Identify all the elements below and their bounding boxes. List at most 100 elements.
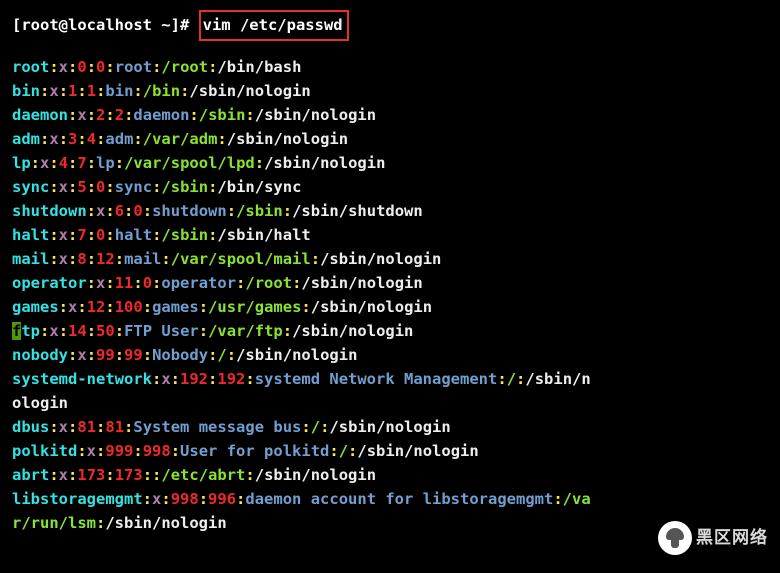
- text-segment: :: [152, 370, 161, 388]
- text-segment: x: [77, 106, 86, 124]
- text-segment: root: [115, 58, 152, 76]
- text-segment: /sbin: [236, 202, 283, 220]
- file-line[interactable]: root:x:0:0:root:/root:/bin/bash: [12, 55, 768, 79]
- text-segment: :: [161, 250, 170, 268]
- text-segment: :: [87, 250, 96, 268]
- text-segment: abrt: [12, 466, 49, 484]
- text-segment: :: [115, 346, 124, 364]
- text-segment: 3: [68, 130, 77, 148]
- text-segment: :: [199, 322, 208, 340]
- text-segment: :: [301, 418, 310, 436]
- text-segment: :: [59, 298, 68, 316]
- file-line[interactable]: sync:x:5:0:sync:/sbin:/bin/sync: [12, 175, 768, 199]
- text-segment: :: [329, 442, 338, 460]
- text-segment: :: [133, 274, 142, 292]
- text-segment: :: [77, 298, 86, 316]
- text-segment: 0: [96, 226, 105, 244]
- text-segment: 1: [87, 82, 96, 100]
- text-segment: :: [49, 178, 58, 196]
- file-line[interactable]: ologin: [12, 391, 768, 415]
- text-segment: :: [292, 274, 301, 292]
- file-content[interactable]: root:x:0:0:root:/root:/bin/bashbin:x:1:1…: [12, 55, 768, 535]
- text-segment: 50: [96, 322, 115, 340]
- text-segment: x: [59, 226, 68, 244]
- text-segment: :: [40, 322, 49, 340]
- file-line[interactable]: polkitd:x:999:998:User for polkitd:/:/sb…: [12, 439, 768, 463]
- file-line[interactable]: operator:x:11:0:operator:/root:/sbin/nol…: [12, 271, 768, 295]
- file-line[interactable]: games:x:12:100:games:/usr/games:/sbin/no…: [12, 295, 768, 319]
- file-line[interactable]: daemon:x:2:2:daemon:/sbin:/sbin/nologin: [12, 103, 768, 127]
- text-segment: :: [143, 298, 152, 316]
- file-line[interactable]: halt:x:7:0:halt:/sbin:/sbin/halt: [12, 223, 768, 247]
- text-segment: 8: [77, 250, 86, 268]
- file-line[interactable]: dbus:x:81:81:System message bus:/:/sbin/…: [12, 415, 768, 439]
- text-segment: /sbin/nologin: [227, 130, 348, 148]
- text-segment: :: [320, 418, 329, 436]
- text-segment: :: [87, 202, 96, 220]
- text-segment: shutdown: [152, 202, 227, 220]
- text-segment: x: [77, 346, 86, 364]
- text-segment: /sbin/nologin: [255, 466, 376, 484]
- text-segment: :: [152, 274, 161, 292]
- text-segment: /sbin/n: [525, 370, 590, 388]
- text-segment: /bin: [143, 82, 180, 100]
- text-segment: :: [68, 106, 77, 124]
- text-segment: mail: [12, 250, 49, 268]
- text-segment: :: [49, 58, 58, 76]
- text-segment: /sbin/nologin: [236, 346, 357, 364]
- text-segment: /var/spool/lpd: [124, 154, 255, 172]
- text-segment: /var/spool/mail: [171, 250, 311, 268]
- text-segment: sync: [12, 178, 49, 196]
- file-line[interactable]: adm:x:3:4:adm:/var/adm:/sbin/nologin: [12, 127, 768, 151]
- text-segment: x: [40, 154, 49, 172]
- text-segment: Nobody: [152, 346, 208, 364]
- text-segment: adm: [12, 130, 40, 148]
- text-segment: :: [105, 298, 114, 316]
- file-line[interactable]: shutdown:x:6:0:shutdown:/sbin:/sbin/shut…: [12, 199, 768, 223]
- text-segment: /sbin/nologin: [311, 298, 432, 316]
- file-line[interactable]: ftp:x:14:50:FTP User:/var/ftp:/sbin/nolo…: [12, 319, 768, 343]
- text-segment: ologin: [12, 394, 68, 412]
- text-segment: :: [59, 130, 68, 148]
- text-segment: mail: [124, 250, 161, 268]
- file-line[interactable]: lp:x:4:7:lp:/var/spool/lpd:/sbin/nologin: [12, 151, 768, 175]
- text-segment: systemd Network Management: [255, 370, 498, 388]
- text-segment: :: [208, 346, 217, 364]
- file-line[interactable]: libstoragemgmt:x:998:996:daemon account …: [12, 487, 768, 511]
- text-segment: System message bus: [133, 418, 301, 436]
- file-line[interactable]: abrt:x:173:173::/etc/abrt:/sbin/nologin: [12, 463, 768, 487]
- text-segment: dbus: [12, 418, 49, 436]
- text-segment: :: [68, 226, 77, 244]
- text-segment: /sbin: [199, 106, 246, 124]
- text-segment: :: [227, 202, 236, 220]
- text-segment: :: [96, 130, 105, 148]
- text-segment: :: [152, 178, 161, 196]
- text-segment: 0: [96, 178, 105, 196]
- text-segment: :: [68, 346, 77, 364]
- text-segment: x: [68, 298, 77, 316]
- text-segment: /etc/abrt: [161, 466, 245, 484]
- file-line[interactable]: systemd-network:x:192:192:systemd Networ…: [12, 367, 768, 391]
- text-segment: :: [87, 106, 96, 124]
- text-segment: :: [87, 154, 96, 172]
- file-line[interactable]: r/run/lsm:/sbin/nologin: [12, 511, 768, 535]
- file-line[interactable]: bin:x:1:1:bin:/bin:/sbin/nologin: [12, 79, 768, 103]
- text-segment: games: [12, 298, 59, 316]
- text-segment: 998: [171, 490, 199, 508]
- file-line[interactable]: mail:x:8:12:mail:/var/spool/mail:/sbin/n…: [12, 247, 768, 271]
- file-line[interactable]: nobody:x:99:99:Nobody:/:/sbin/nologin: [12, 343, 768, 367]
- text-segment: 6: [115, 202, 124, 220]
- text-segment: :: [171, 442, 180, 460]
- text-segment: :: [217, 130, 226, 148]
- text-segment: r/run/lsm: [12, 514, 96, 532]
- text-segment: /sbin/nologin: [189, 82, 310, 100]
- text-segment: x: [87, 442, 96, 460]
- text-segment: :: [105, 202, 114, 220]
- text-segment: bin: [105, 82, 133, 100]
- text-segment: 100: [115, 298, 143, 316]
- text-segment: 7: [77, 154, 86, 172]
- text-segment: :: [77, 82, 86, 100]
- text-segment: /root: [161, 58, 208, 76]
- text-segment: 81: [105, 418, 124, 436]
- text-segment: 996: [208, 490, 236, 508]
